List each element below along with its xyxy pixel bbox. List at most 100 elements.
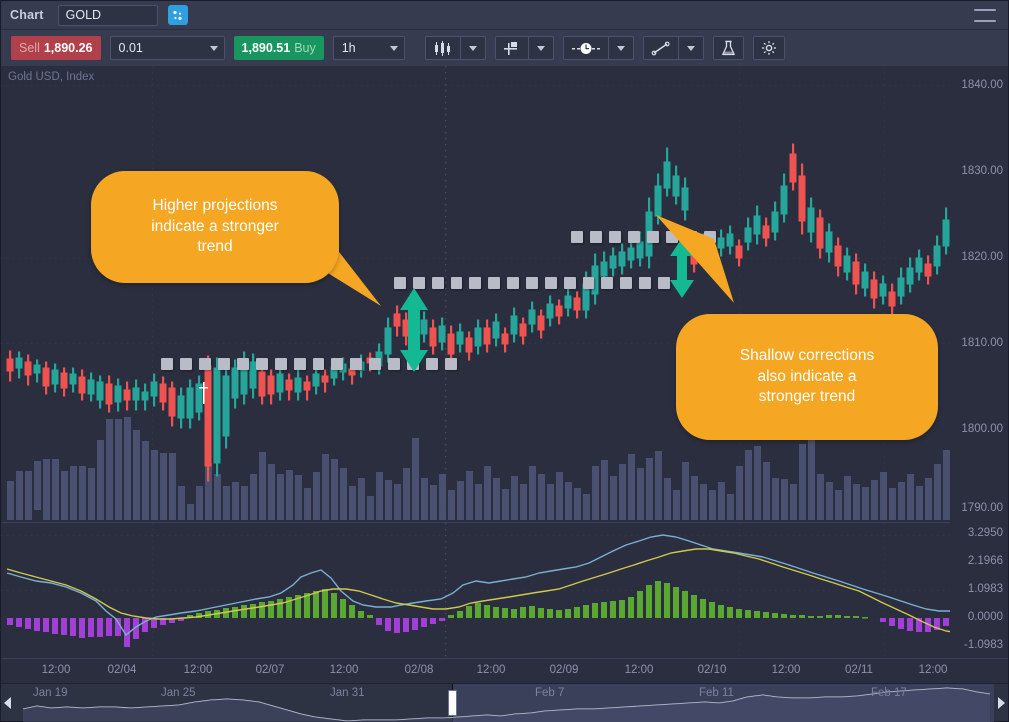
time-tick: 12:00	[624, 664, 654, 676]
navigator-label: Jan 19	[33, 687, 68, 699]
time-tick: 12:00	[329, 664, 359, 676]
callout-1-line-1: Higher projections	[152, 196, 278, 214]
time-tick: 02/10	[697, 664, 727, 676]
time-tick: 12:00	[771, 664, 801, 676]
time-axis[interactable]: 12:00 02/04 12:00 02/07 12:00 02/08 12:0…	[1, 658, 1008, 683]
objects-button[interactable]	[494, 36, 528, 60]
chart-type-dropdown[interactable]	[459, 36, 486, 60]
time-tick: 12:00	[41, 664, 71, 676]
price-axis[interactable]: 1840.00 1830.00 1820.00 1810.00 1800.00 …	[950, 66, 1008, 520]
callout-2-line-3: stronger trend	[758, 388, 856, 406]
callout-1-line-3: trend	[197, 238, 233, 256]
flask-icon	[721, 40, 735, 55]
chart-subtitle: Gold USD, Index	[8, 71, 95, 83]
price-chart-svg	[1, 66, 1008, 520]
callout-2-line-2: also indicate a	[757, 367, 857, 385]
hamburger-menu-icon[interactable]	[974, 9, 996, 22]
lot-size-select[interactable]: 0.01	[109, 36, 225, 60]
line-tool-group	[642, 36, 704, 60]
timeframe-value: 1h	[341, 41, 356, 55]
line-tool-button[interactable]	[642, 36, 678, 60]
sell-label: Sell	[19, 41, 40, 55]
price-tick: 1800.00	[961, 423, 1003, 435]
trendline-icon	[651, 41, 670, 55]
callout-2-line-1: Shallow corrections	[739, 346, 875, 364]
time-tick: 12:00	[476, 664, 506, 676]
macd-tick: 2.1966	[967, 555, 1003, 567]
title-bar: Chart GOLD	[1, 1, 1008, 30]
symbol-value: GOLD	[65, 8, 102, 22]
callout-shallow-corrections: Shallow corrections also indicate a stro…	[676, 314, 938, 440]
grid-vertical	[152, 66, 886, 520]
chevron-down-icon	[468, 45, 477, 51]
macd-tick: 1.0983	[967, 583, 1003, 595]
chevron-down-icon	[616, 45, 625, 51]
sell-button[interactable]: Sell 1,890.26	[11, 36, 101, 60]
navigator-label: Jan 31	[330, 687, 365, 699]
cursor-marker	[203, 382, 205, 404]
objects-group	[494, 36, 554, 60]
timeframe-select[interactable]: 1h	[332, 36, 405, 60]
buy-button[interactable]: 1,890.51 Buy	[233, 36, 324, 60]
navigator-track[interactable]: Jan 19 Jan 25 Jan 31 Feb 7 Feb 11 Feb 17	[15, 684, 994, 722]
macd-indicator-pane[interactable]	[1, 522, 1008, 658]
navigator-label: Feb 11	[699, 687, 734, 699]
period-group	[562, 36, 634, 60]
navigator-handle-left[interactable]	[448, 690, 457, 716]
trading-terminal-window: Chart GOLD Sell 1,890.26 0.01 1,890.51 B…	[0, 0, 1009, 722]
sell-price: 1,890.26	[43, 41, 93, 55]
callout-1-line-2: indicate a stronger	[151, 217, 279, 235]
chevron-down-icon	[389, 45, 398, 51]
line-tool-dropdown[interactable]	[677, 36, 704, 60]
object-marker-icon	[503, 41, 517, 55]
price-tick: 1830.00	[961, 165, 1003, 177]
macd-tick: -1.0983	[963, 639, 1003, 651]
time-tick: 02/04	[107, 664, 137, 676]
trading-toolbar: Sell 1,890.26 0.01 1,890.51 Buy 1h	[1, 30, 1008, 66]
support-line-2	[394, 277, 670, 289]
time-tick: 02/08	[404, 664, 434, 676]
lot-size-value: 0.01	[118, 41, 143, 55]
time-tick: 12:00	[918, 664, 948, 676]
callout-higher-projections: Higher projections indicate a stronger t…	[91, 171, 339, 283]
time-tick: 02/07	[255, 664, 285, 676]
candlestick-icon	[434, 40, 450, 56]
time-tick: 02/11	[845, 664, 873, 676]
projection-height-arrow	[394, 288, 434, 372]
symbol-picker-icon[interactable]	[167, 5, 188, 25]
chevron-down-icon	[209, 45, 218, 51]
macd-svg	[1, 523, 1008, 658]
period-separator-button[interactable]	[562, 36, 608, 60]
price-tick: 1810.00	[961, 337, 1003, 349]
period-dropdown[interactable]	[607, 36, 634, 60]
navigator-label: Jan 25	[161, 687, 196, 699]
time-tick: 12:00	[183, 664, 213, 676]
price-tick: 1790.00	[961, 502, 1003, 514]
chart-type-button[interactable]	[424, 36, 460, 60]
chevron-down-icon	[536, 45, 545, 51]
buy-price: 1,890.51	[241, 41, 291, 55]
symbol-input[interactable]: GOLD	[57, 4, 158, 26]
chart-type-group	[424, 36, 486, 60]
navigator-label: Feb 17	[871, 687, 907, 699]
macd-histogram-negative	[7, 618, 958, 647]
indicators-button[interactable]	[712, 36, 744, 60]
price-tick: 1840.00	[961, 79, 1003, 91]
page-title: Chart	[10, 8, 44, 22]
objects-dropdown[interactable]	[527, 36, 554, 60]
scroll-left-icon[interactable]	[4, 697, 11, 709]
scroll-right-icon[interactable]	[998, 697, 1005, 709]
navigator-label: Feb 7	[535, 687, 565, 699]
chart-navigator[interactable]: Jan 19 Jan 25 Jan 31 Feb 7 Feb 11 Feb 17	[1, 683, 1008, 722]
time-tick: 02/09	[549, 664, 579, 676]
callout-2-tail	[656, 215, 734, 303]
gear-icon	[761, 41, 776, 55]
price-tick: 1820.00	[961, 251, 1003, 263]
price-chart-canvas[interactable]: Gold USD, Index Higher projections indic…	[1, 66, 1008, 520]
macd-tick: 3.2950	[967, 527, 1003, 539]
settings-button[interactable]	[752, 36, 785, 60]
chevron-down-icon	[686, 45, 695, 51]
clock-icon	[571, 42, 600, 54]
macd-axis[interactable]: 3.2950 2.1966 1.0983 0.0000 -1.0983	[950, 522, 1008, 658]
buy-label: Buy	[294, 41, 316, 55]
